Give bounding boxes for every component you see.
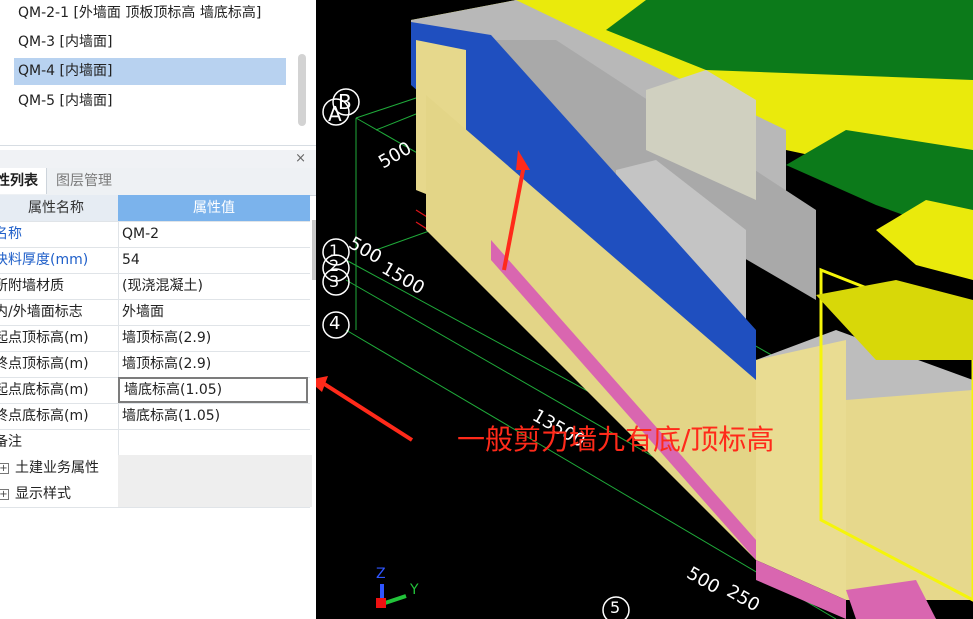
property-value[interactable] bbox=[118, 429, 312, 455]
tree-item-qm-5[interactable]: QM-5 [内墙面] bbox=[14, 88, 286, 115]
property-value[interactable]: (现浇混凝土) bbox=[118, 273, 312, 299]
gizmo-y-label: Y bbox=[410, 582, 419, 598]
property-row[interactable]: 终点顶标高(m) 墙顶标高(2.9) bbox=[0, 351, 310, 378]
pier-beige bbox=[756, 340, 846, 600]
grid-header: 属性名称 属性值 bbox=[0, 195, 310, 222]
component-tree: QM-2-1 [外墙面 顶板顶标高 墙底标高] QM-3 [内墙面] QM-4 … bbox=[0, 0, 316, 146]
close-icon[interactable]: × bbox=[295, 151, 306, 166]
group-row-display-style[interactable]: + 显示样式 bbox=[0, 481, 312, 508]
panel-tabs: 性列表 图层管理 bbox=[0, 168, 316, 196]
property-row[interactable]: 块料厚度(mm) 54 bbox=[0, 247, 310, 274]
tree-scrollbar[interactable] bbox=[298, 54, 306, 126]
property-name: 终点顶标高(m) bbox=[0, 351, 119, 377]
header-property-name: 属性名称 bbox=[0, 195, 119, 221]
group-label: + 显示样式 bbox=[0, 481, 119, 507]
axis-label-b: B bbox=[338, 90, 352, 114]
header-property-value: 属性值 bbox=[118, 195, 310, 221]
group-title: 显示样式 bbox=[15, 486, 71, 502]
property-value[interactable]: 外墙面 bbox=[118, 299, 312, 325]
property-row[interactable]: 终点底标高(m) 墙底标高(1.05) bbox=[0, 403, 310, 430]
property-row[interactable]: 起点顶标高(m) 墙顶标高(2.9) bbox=[0, 325, 310, 352]
property-value[interactable]: 墙底标高(1.05) bbox=[118, 403, 312, 429]
tab-layer-management[interactable]: 图层管理 bbox=[48, 168, 120, 194]
model-drawing bbox=[316, 0, 973, 619]
wall-beige-right bbox=[846, 390, 973, 600]
left-panel: QM-2-1 [外墙面 顶板顶标高 墙底标高] QM-3 [内墙面] QM-4 … bbox=[0, 0, 317, 619]
expand-icon[interactable]: + bbox=[0, 462, 9, 474]
expand-icon[interactable]: + bbox=[0, 488, 9, 500]
gizmo-z-label: Z bbox=[376, 566, 386, 582]
xyz-gizmo bbox=[376, 584, 407, 608]
roof-yellow-band bbox=[876, 200, 973, 280]
property-row[interactable]: 起点底标高(m) 墙底标高(1.05) bbox=[0, 377, 310, 404]
tree-item-qm-2-1[interactable]: QM-2-1 [外墙面 顶板顶标高 墙底标高] bbox=[14, 0, 286, 27]
property-row[interactable]: 内/外墙面标志 外墙面 bbox=[0, 299, 310, 326]
property-name: 备注 bbox=[0, 429, 119, 455]
group-value-cell bbox=[118, 455, 312, 481]
property-name: 名称 bbox=[0, 221, 119, 247]
property-value[interactable]: QM-2 bbox=[118, 221, 312, 247]
tab-property-list[interactable]: 性列表 bbox=[0, 168, 47, 194]
axis-label-4: 4 bbox=[329, 313, 341, 334]
property-name: 所附墙材质 bbox=[0, 273, 119, 299]
group-value-cell bbox=[118, 481, 312, 507]
property-name: 起点顶标高(m) bbox=[0, 325, 119, 351]
axis-label-3: 3 bbox=[329, 272, 340, 291]
property-row[interactable]: 备注 bbox=[0, 429, 310, 456]
property-row[interactable]: 名称 QM-2 bbox=[0, 221, 310, 248]
3d-viewport[interactable]: A B 1 2 3 4 5 500 500 1500 13500 500 250… bbox=[316, 0, 973, 619]
tree-item-qm-4[interactable]: QM-4 [内墙面] bbox=[14, 58, 286, 85]
group-title: 土建业务属性 bbox=[15, 460, 99, 476]
property-name: 块料厚度(mm) bbox=[0, 247, 119, 273]
property-value[interactable]: 墙顶标高(2.9) bbox=[118, 351, 312, 377]
property-name: 内/外墙面标志 bbox=[0, 299, 119, 325]
axis-label-5: 5 bbox=[610, 598, 621, 617]
group-label: + 土建业务属性 bbox=[0, 455, 119, 481]
properties-panel-header bbox=[0, 150, 316, 169]
property-value-editor[interactable]: 墙底标高(1.05) bbox=[118, 377, 308, 403]
property-value[interactable]: 54 bbox=[118, 247, 312, 273]
group-row-civil-attributes[interactable]: + 土建业务属性 bbox=[0, 455, 312, 482]
property-name: 终点底标高(m) bbox=[0, 403, 119, 429]
tree-item-qm-3[interactable]: QM-3 [内墙面] bbox=[14, 29, 286, 56]
property-name: 起点底标高(m) bbox=[0, 377, 119, 403]
property-value[interactable]: 墙顶标高(2.9) bbox=[118, 325, 312, 351]
property-row[interactable]: 所附墙材质 (现浇混凝土) bbox=[0, 273, 310, 300]
annotation-text: 一般剪力墙九有底/顶标高 bbox=[457, 423, 775, 456]
